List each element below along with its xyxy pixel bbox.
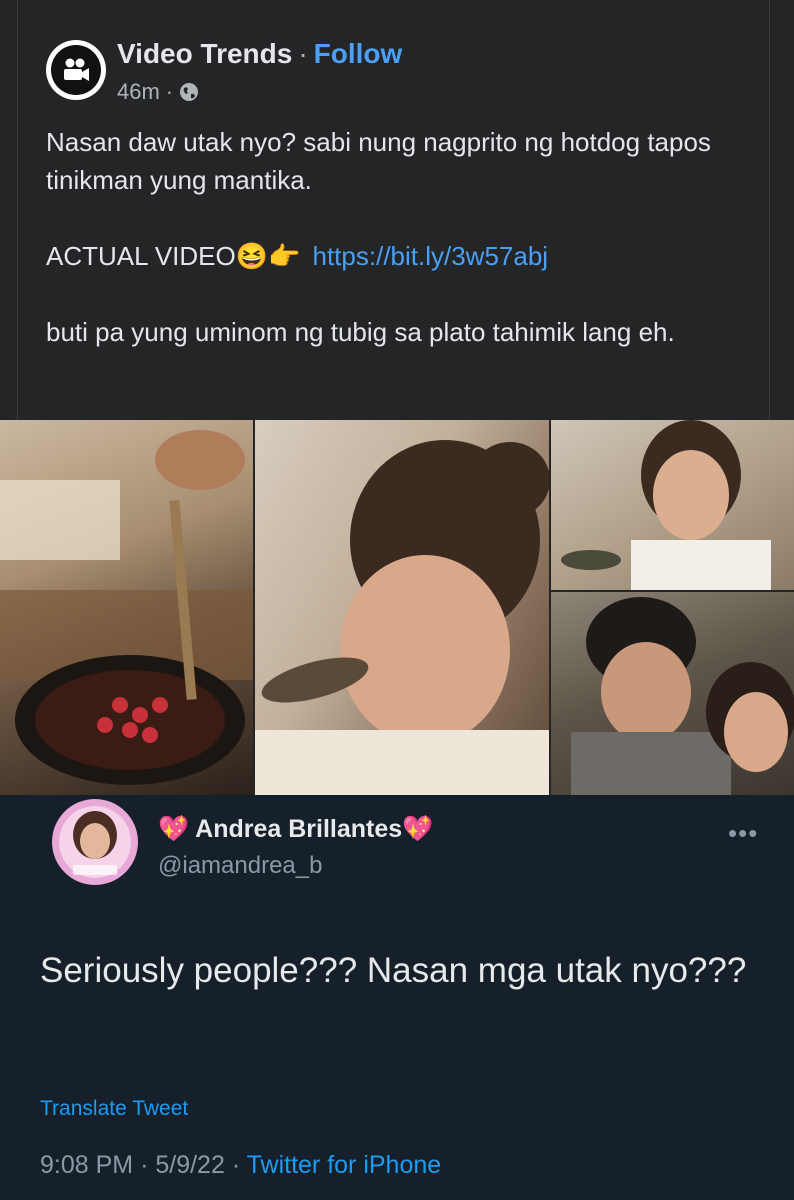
more-options-icon[interactable]: ••• bbox=[728, 818, 758, 849]
collage-photo-couple[interactable] bbox=[551, 592, 794, 795]
tweet-source-link[interactable]: Twitter for iPhone bbox=[247, 1151, 442, 1179]
movie-camera-icon bbox=[64, 58, 89, 81]
page-avatar[interactable] bbox=[46, 40, 106, 100]
tweet-time: 9:08 PM bbox=[40, 1151, 134, 1179]
page-name[interactable]: Video Trends bbox=[117, 38, 292, 69]
tweet-handle[interactable]: @iamandrea_b bbox=[158, 852, 322, 880]
tweet-display-name[interactable]: 💖 Andrea Brillantes💖 bbox=[158, 815, 433, 844]
video-link[interactable]: https://bit.ly/3w57abj bbox=[313, 241, 549, 271]
meta-separator: · bbox=[165, 79, 174, 104]
translate-tweet-link[interactable]: Translate Tweet bbox=[40, 1097, 188, 1121]
follow-button[interactable]: Follow bbox=[314, 38, 403, 69]
woman-tasting-illustration bbox=[255, 440, 549, 795]
actual-video-label: ACTUAL VIDEO bbox=[46, 241, 236, 271]
emoji: 😆👉 bbox=[235, 241, 301, 271]
collage-photo-tasting[interactable] bbox=[255, 420, 549, 795]
post-text-line: buti pa yung uminom ng tubig sa plato ta… bbox=[46, 317, 675, 347]
collage-photo-frying[interactable] bbox=[0, 420, 253, 795]
tweet-date: 5/9/22 bbox=[155, 1151, 225, 1179]
facebook-post: Video Trends · Follow 46m · Nasan daw utak… bbox=[0, 0, 794, 420]
post-text-line: ACTUAL VIDEO😆👉 https://bit.ly/3w57abj bbox=[46, 237, 746, 275]
sparkling-heart-icon: 💖 bbox=[402, 815, 434, 843]
page-header: Video Trends · Follow bbox=[117, 38, 402, 70]
footer-separator: · bbox=[231, 1151, 241, 1179]
post-text-line: Nasan daw utak nyo? sabi nung nagprito n… bbox=[46, 127, 711, 195]
couple-illustration bbox=[571, 597, 794, 795]
sparkling-heart-icon: 💖 bbox=[158, 815, 190, 843]
post-time[interactable]: 46m bbox=[117, 79, 160, 105]
frying-pan-illustration bbox=[0, 430, 253, 785]
tweet-footer: 9:08 PM · 5/9/22 · Twitter for iPhone bbox=[40, 1151, 441, 1180]
post-text: Nasan daw utak nyo? sabi nung nagprito n… bbox=[46, 123, 746, 351]
globe-icon bbox=[180, 83, 199, 101]
woman-smiling-illustration bbox=[561, 420, 771, 590]
tweet-avatar[interactable] bbox=[37, 797, 153, 887]
footer-separator: · bbox=[140, 1151, 149, 1179]
tweet-body: Seriously people??? Nasan mga utak nyo??… bbox=[40, 951, 747, 990]
header-separator: · bbox=[298, 38, 308, 69]
tweet-name-text: Andrea Brillantes bbox=[195, 815, 403, 843]
post-meta: 46m · bbox=[117, 79, 199, 105]
collage-photo-smiling[interactable] bbox=[551, 420, 794, 590]
